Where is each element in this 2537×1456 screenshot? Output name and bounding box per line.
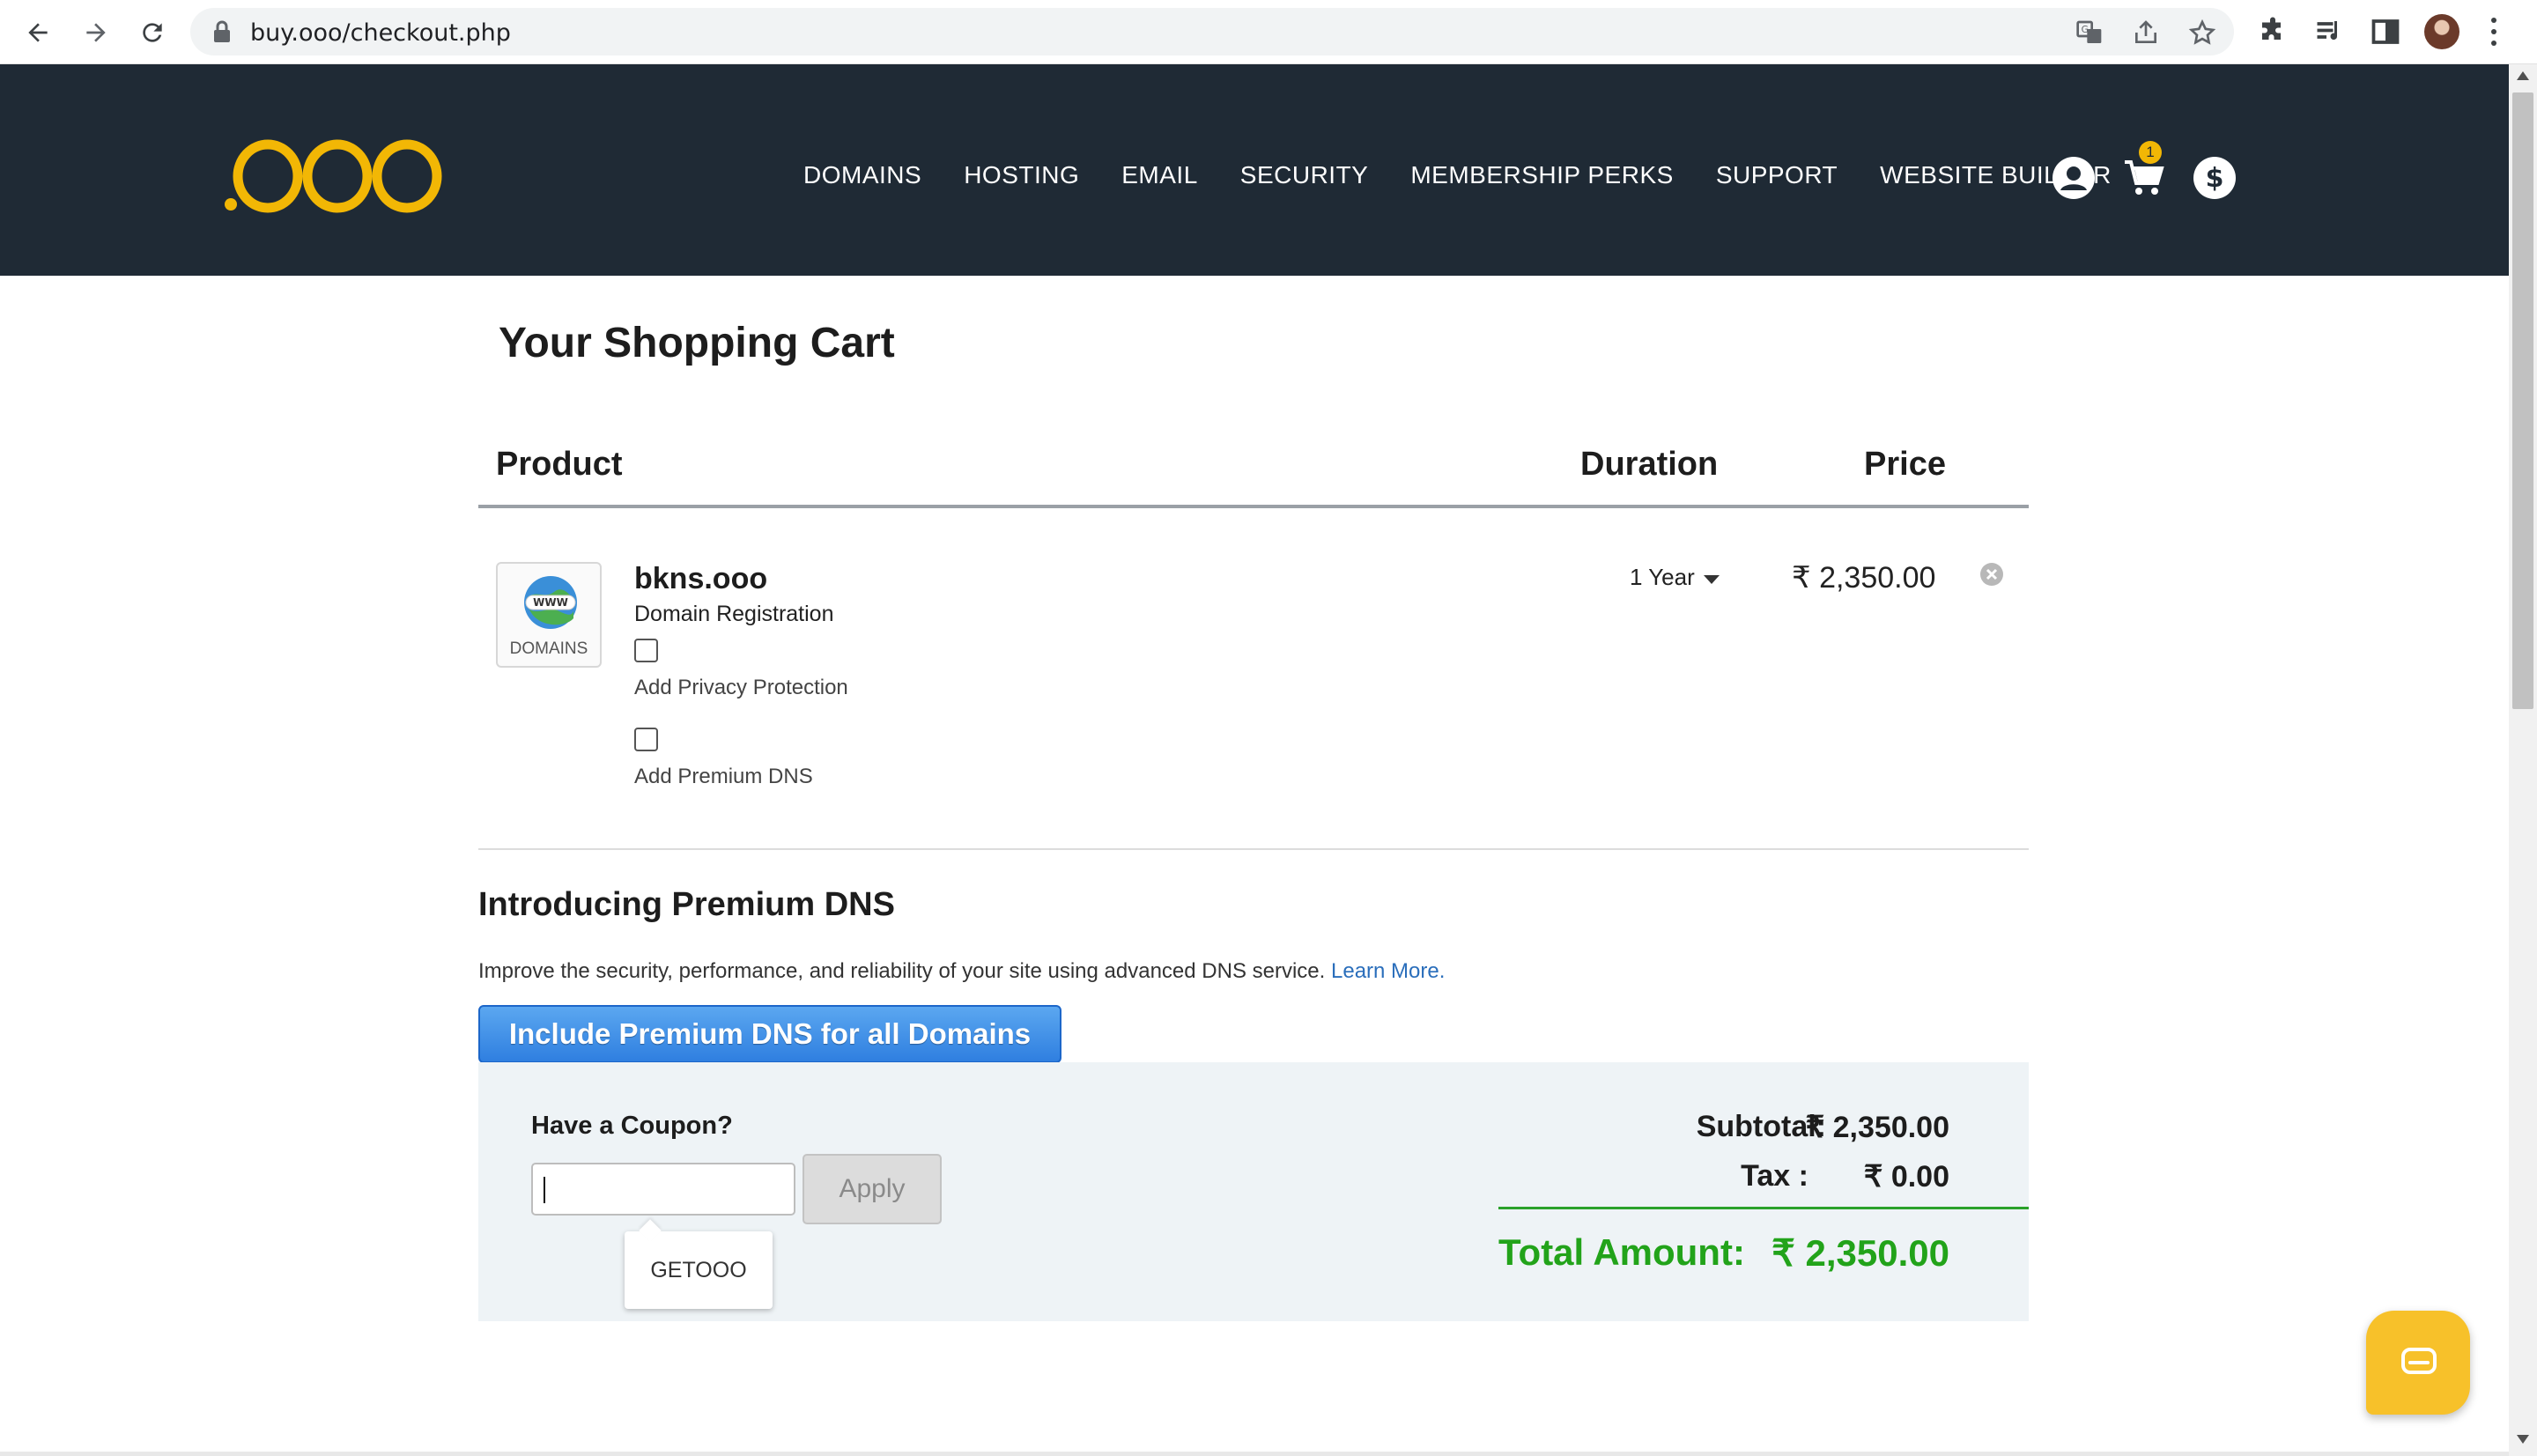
share-icon[interactable] bbox=[2132, 18, 2160, 47]
thumbnail-label: DOMAINS bbox=[509, 639, 588, 658]
duration-value: 1 Year bbox=[1630, 564, 1695, 590]
address-bar[interactable]: buy.ooo/checkout.php G bbox=[190, 8, 2234, 55]
nav-hosting[interactable]: HOSTING bbox=[964, 161, 1079, 189]
cart-count-badge: 1 bbox=[2139, 141, 2162, 164]
caret-down-icon bbox=[1703, 574, 1720, 584]
site-logo[interactable] bbox=[222, 137, 451, 217]
product-type: Domain Registration bbox=[634, 602, 834, 626]
www-globe-icon: WWW bbox=[524, 576, 577, 629]
summary-divider bbox=[1498, 1207, 2029, 1209]
coupon-label: Have a Coupon? bbox=[531, 1112, 733, 1140]
item-price: ₹ 2,350.00 bbox=[1792, 561, 1936, 595]
extensions-puzzle-icon[interactable] bbox=[2257, 16, 2289, 48]
learn-more-link[interactable]: Learn More. bbox=[1331, 959, 1445, 983]
coupon-suggestion[interactable]: GETOOO bbox=[625, 1258, 773, 1283]
currency-icon[interactable]: $ bbox=[2192, 155, 2237, 201]
coupon-input[interactable] bbox=[531, 1163, 795, 1216]
svg-text:G: G bbox=[2082, 24, 2089, 35]
profile-avatar[interactable] bbox=[2424, 14, 2459, 49]
row-divider bbox=[478, 848, 2029, 850]
text-cursor bbox=[544, 1177, 545, 1203]
arrow-right-icon bbox=[86, 23, 106, 42]
privacy-protection-checkbox[interactable] bbox=[634, 639, 658, 662]
include-premium-dns-button[interactable]: Include Premium DNS for all Domains bbox=[478, 1005, 1061, 1063]
column-header-duration: Duration bbox=[1580, 446, 1719, 483]
header-divider bbox=[478, 505, 2029, 508]
scroll-down-arrow-icon[interactable] bbox=[2517, 1435, 2529, 1444]
forward-button[interactable] bbox=[74, 11, 118, 55]
premium-dns-checkbox[interactable] bbox=[634, 728, 658, 751]
media-queue-icon[interactable] bbox=[2313, 16, 2345, 48]
browser-menu-icon[interactable] bbox=[2489, 18, 2498, 46]
back-button[interactable] bbox=[16, 11, 60, 55]
chat-widget-button[interactable] bbox=[2366, 1311, 2470, 1415]
remove-item-icon[interactable] bbox=[1979, 561, 2005, 588]
subtotal-value: ₹ 2,350.00 bbox=[1805, 1111, 1949, 1144]
nav-email[interactable]: EMAIL bbox=[1121, 161, 1198, 189]
premium-dns-label: Add Premium DNS bbox=[634, 765, 813, 788]
reload-button[interactable] bbox=[130, 11, 174, 55]
scroll-up-arrow-icon[interactable] bbox=[2517, 71, 2529, 80]
premium-dns-description-text: Improve the security, performance, and r… bbox=[478, 959, 1326, 983]
lock-icon bbox=[214, 20, 230, 42]
chat-bubble-icon bbox=[2401, 1348, 2437, 1374]
globe-label: WWW bbox=[533, 596, 568, 609]
subtotal-label: Subtotal: bbox=[1696, 1110, 1826, 1143]
product-name: bkns.ooo bbox=[634, 562, 768, 595]
scroll-thumb[interactable] bbox=[2512, 92, 2533, 709]
url-text: buy.ooo/checkout.php bbox=[250, 19, 511, 47]
column-header-product: Product bbox=[496, 446, 623, 483]
page-title: Your Shopping Cart bbox=[499, 320, 895, 366]
nav-support[interactable]: SUPPORT bbox=[1716, 161, 1838, 189]
page-bottom-edge bbox=[0, 1452, 2509, 1456]
nav-membership-perks[interactable]: MEMBERSHIP PERKS bbox=[1410, 161, 1673, 189]
column-header-price: Price bbox=[1864, 446, 1946, 483]
coupon-suggestion-popup[interactable]: GETOOO bbox=[625, 1231, 773, 1309]
main-nav: DOMAINS HOSTING EMAIL SECURITY MEMBERSHI… bbox=[803, 161, 2154, 189]
premium-dns-heading: Introducing Premium DNS bbox=[478, 886, 895, 923]
nav-domains[interactable]: DOMAINS bbox=[803, 161, 921, 189]
arrow-left-icon bbox=[28, 23, 48, 42]
premium-dns-description: Improve the security, performance, and r… bbox=[478, 959, 1445, 984]
browser-toolbar: buy.ooo/checkout.php G bbox=[0, 0, 2537, 64]
tax-label: Tax : bbox=[1741, 1159, 1808, 1193]
duration-select[interactable]: 1 Year bbox=[1630, 564, 1720, 591]
total-label: Total Amount: bbox=[1498, 1231, 1745, 1273]
account-icon[interactable] bbox=[2051, 155, 2097, 201]
translate-icon[interactable]: G bbox=[2075, 18, 2104, 47]
page-scrollbar[interactable] bbox=[2509, 64, 2537, 1456]
svg-text:$: $ bbox=[2206, 163, 2224, 194]
privacy-protection-label: Add Privacy Protection bbox=[634, 676, 848, 699]
product-thumbnail: WWW DOMAINS bbox=[496, 562, 602, 668]
apply-coupon-button[interactable]: Apply bbox=[803, 1154, 942, 1224]
order-summary-panel: Have a Coupon? Apply GETOOO Subtotal: ₹ … bbox=[478, 1062, 2029, 1321]
side-panel-icon[interactable] bbox=[2370, 16, 2401, 48]
total-value: ₹ 2,350.00 bbox=[1771, 1232, 1949, 1274]
bookmark-star-icon[interactable] bbox=[2188, 18, 2216, 47]
tax-value: ₹ 0.00 bbox=[1863, 1160, 1949, 1194]
reload-icon bbox=[143, 23, 162, 42]
nav-security[interactable]: SECURITY bbox=[1240, 161, 1369, 189]
